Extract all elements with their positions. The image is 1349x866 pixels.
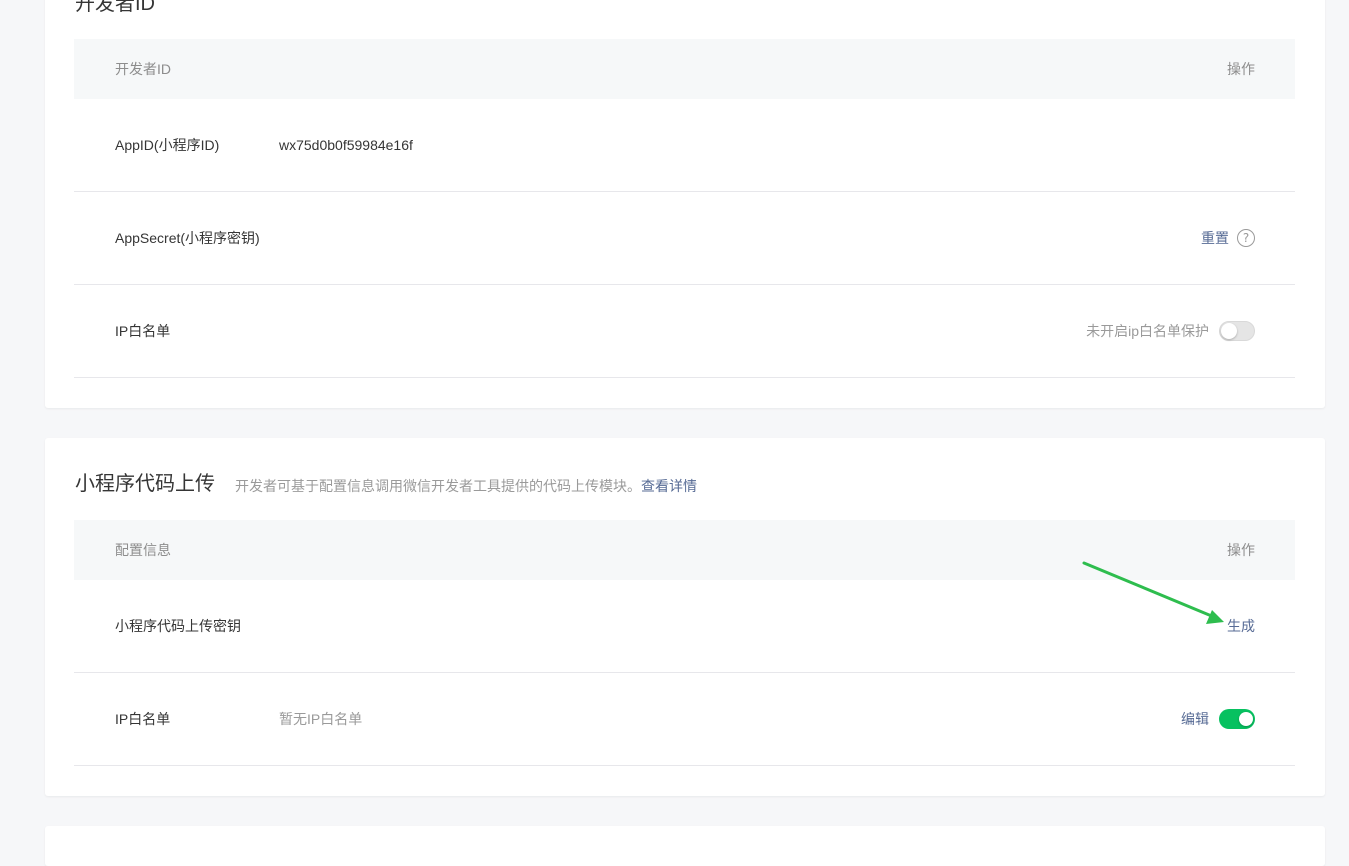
toggle-knob — [1239, 712, 1253, 726]
table-header-left: 开发者ID — [115, 61, 171, 77]
code-upload-card: 小程序代码上传 开发者可基于配置信息调用微信开发者工具提供的代码上传模块。查看详… — [45, 438, 1325, 796]
upload-ip-whitelist-toggle[interactable] — [1219, 709, 1255, 729]
code-upload-description: 开发者可基于配置信息调用微信开发者工具提供的代码上传模块。 — [235, 478, 641, 494]
appid-value: wx75d0b0f59984e16f — [279, 137, 413, 153]
table-row-upload-key: 小程序代码上传密钥 生成 — [74, 580, 1295, 673]
edit-link[interactable]: 编辑 — [1181, 709, 1209, 729]
details-link[interactable]: 查看详情 — [641, 478, 697, 494]
table-header: 开发者ID 操作 — [74, 39, 1295, 99]
next-card — [45, 826, 1325, 866]
table-header: 配置信息 操作 — [74, 520, 1295, 580]
upload-key-actions: 生成 — [1227, 613, 1255, 639]
table-header-right: 操作 — [1227, 61, 1255, 77]
help-icon[interactable]: ? — [1237, 229, 1255, 247]
upload-key-label: 小程序代码上传密钥 — [115, 618, 241, 634]
table-header-left: 配置信息 — [115, 542, 171, 558]
appid-label: AppID(小程序ID) — [115, 137, 220, 153]
developer-id-card: 开发者ID 开发者ID 操作 AppID(小程序ID) wx75d0b0f599… — [45, 0, 1325, 408]
ip-whitelist-label: IP白名单 — [115, 323, 171, 339]
reset-link[interactable]: 重置 — [1201, 228, 1229, 248]
table-row-ip-whitelist: IP白名单 未开启ip白名单保护 — [74, 285, 1295, 378]
table-row-appid: AppID(小程序ID) wx75d0b0f59984e16f — [74, 99, 1295, 192]
appsecret-label: AppSecret(小程序密钥) — [115, 230, 260, 246]
ip-whitelist-status: 未开启ip白名单保护 — [1086, 323, 1209, 339]
table-row-appsecret: AppSecret(小程序密钥) 重置 ? — [74, 192, 1295, 285]
upload-ip-whitelist-label: IP白名单 — [115, 711, 171, 727]
code-upload-description-line: 开发者可基于配置信息调用微信开发者工具提供的代码上传模块。查看详情 — [235, 476, 697, 496]
ip-whitelist-actions: 未开启ip白名单保护 — [1086, 318, 1255, 344]
section-title-developer-id: 开发者ID — [75, 0, 155, 15]
table-row-upload-ip-whitelist: IP白名单 暂无IP白名单 编辑 — [74, 673, 1295, 766]
toggle-knob — [1221, 323, 1237, 339]
generate-link[interactable]: 生成 — [1227, 616, 1255, 636]
upload-ip-whitelist-value: 暂无IP白名单 — [279, 711, 363, 727]
section-title-code-upload: 小程序代码上传 — [75, 473, 215, 495]
appsecret-actions: 重置 ? — [1201, 225, 1255, 251]
ip-whitelist-toggle[interactable] — [1219, 321, 1255, 341]
table-header-right: 操作 — [1227, 542, 1255, 558]
upload-ip-whitelist-actions: 编辑 — [1181, 706, 1255, 732]
